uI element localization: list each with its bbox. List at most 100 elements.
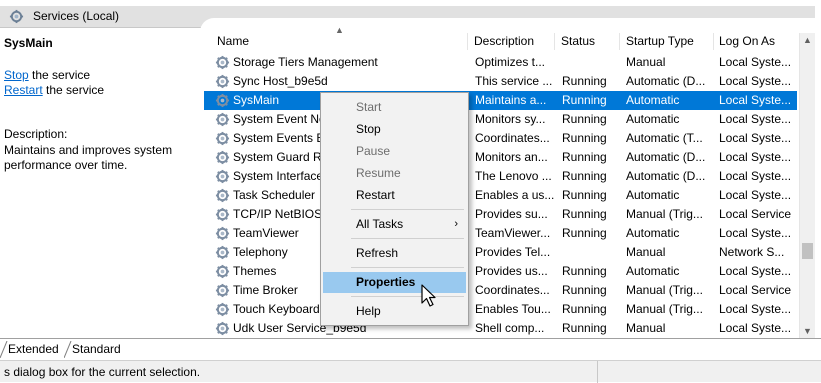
cell-logon: Local Syste... [719,321,792,335]
cell-status: Running [562,169,607,183]
table-row[interactable]: System Event No Monitors sy... Running Auto… [204,110,797,129]
gear-icon [215,150,230,165]
tab-edge [64,341,72,358]
cell-startup: Automatic [626,188,680,202]
menu-item-refresh[interactable]: Refresh [323,243,466,264]
table-row[interactable]: TCP/IP NetBIOS H Provides su... Running Man… [204,205,797,224]
cell-description: Enables Tou... [475,302,551,316]
cell-name: Storage Tiers Management [233,55,378,69]
cell-logon: Local Syste... [719,131,792,145]
column-header-log-on-as[interactable]: Log On As [714,33,798,50]
table-row[interactable]: Task Scheduler Enables a us... Running Auto… [204,186,797,205]
table-row[interactable]: System Interface The Lenovo ... Running Aut… [204,167,797,186]
cell-logon: Local Syste... [719,188,792,202]
table-row[interactable]: Time Broker Coordinates... Running Manual (… [204,281,797,300]
column-header-name[interactable]: Name [212,33,468,50]
column-header-status[interactable]: Status [556,33,620,50]
service-name-heading: SysMain [4,36,53,50]
cell-logon: Network S... [719,245,785,259]
cell-logon: Local Service [719,207,792,221]
menu-item-resume[interactable]: Resume [323,163,466,184]
column-header-description[interactable]: Description [469,33,555,50]
cell-startup: Automatic [626,112,680,126]
cell-description: This service ... [475,74,553,88]
cell-description: Provides Tel... [475,245,551,259]
cell-logon: Local Syste... [719,226,792,240]
cell-status: Running [562,283,607,297]
cell-startup: Automatic (T... [626,131,703,145]
menu-item-start[interactable]: Start [323,97,466,118]
table-row[interactable]: SysMain Maintains a... Running Automatic Loc… [204,91,797,110]
cell-status: Running [562,150,607,164]
cell-status: Running [562,112,607,126]
menu-item-pause[interactable]: Pause [323,141,466,162]
menu-item-stop[interactable]: Stop [323,119,466,140]
cell-logon: Local Syste... [719,112,792,126]
cell-description: Coordinates... [475,131,550,145]
tab-edge [0,341,8,358]
menu-item-properties[interactable]: Properties [323,272,466,293]
cell-startup: Automatic [626,93,680,107]
description-line-2: performance over time. [4,158,128,172]
table-row[interactable]: TeamViewer TeamViewer... Running Automatic L… [204,224,797,243]
gear-icon [215,169,230,184]
cell-startup: Manual [626,321,666,335]
submenu-arrow-icon: › [454,218,458,230]
table-row[interactable]: Themes Provides us... Running Automatic Loca… [204,262,797,281]
table-row[interactable]: Telephony Provides Tel... Manual Network S.… [204,243,797,262]
cell-status: Running [562,74,607,88]
cell-logon: Local Syste... [719,150,792,164]
mouse-pointer-icon [421,284,436,307]
menu-separator [351,209,464,210]
restart-action: Restart the service [4,83,104,97]
restart-link[interactable]: Restart [4,83,43,97]
table-row[interactable]: Touch Keyboard Enables Tou... Running Manua… [204,300,797,319]
cell-description: The Lenovo ... [475,169,552,183]
menu-item-restart[interactable]: Restart [323,185,466,206]
cell-status: Running [562,302,607,316]
table-row[interactable]: Sync Host_b9e5d This service ... Running Au… [204,72,797,91]
tab-extended[interactable]: Extended [0,341,65,358]
gear-icon [215,188,230,203]
context-menu: Start Stop Pause Resume Restart All Task… [320,92,469,326]
menu-item-help[interactable]: Help [323,301,466,322]
stop-link[interactable]: Stop [4,68,29,82]
cell-status: Running [562,188,607,202]
gear-icon [215,207,230,222]
services-list: ▲ Name Description Status Startup Type L… [204,25,815,338]
cell-startup: Automatic [626,226,680,240]
title-bar: Services (Local) [0,0,821,33]
vertical-scrollbar[interactable]: ▲ ▼ [799,33,815,338]
cell-startup: Manual (Trig... [626,302,703,316]
menu-separator [351,267,464,268]
description-label: Description: [4,127,68,141]
view-tabs: Extended Standard [0,338,821,358]
cell-status: Running [562,207,607,221]
gear-icon [215,112,230,127]
scroll-down-icon[interactable]: ▼ [803,326,812,336]
cell-startup: Automatic (D... [626,150,706,164]
cell-startup: Automatic (D... [626,169,706,183]
table-row[interactable]: Storage Tiers Management Optimizes t... Ma… [204,53,797,72]
tab-standard[interactable]: Standard [64,341,127,358]
window-title: Services (Local) [33,9,120,23]
menu-item-all-tasks[interactable]: All Tasks › [323,214,466,235]
cell-startup: Manual (Trig... [626,207,703,221]
cell-description: Maintains a... [475,93,547,107]
restart-suffix: the service [42,83,105,97]
scroll-thumb[interactable] [802,243,813,259]
scroll-up-icon[interactable]: ▲ [803,35,812,45]
stop-action: Stop the service [4,68,90,82]
service-description-pane: SysMain Stop the service Restart the ser… [0,33,204,338]
gear-icon [215,321,230,336]
status-divider [597,361,598,383]
cell-logon: Local Syste... [719,264,792,278]
table-row[interactable]: Udk User Service_b9e5d Shell comp... Runni… [204,319,797,338]
gear-icon [215,226,230,241]
cell-description: Optimizes t... [475,55,546,69]
column-header-startup-type[interactable]: Startup Type [621,33,714,50]
table-row[interactable]: System Events Br Coordinates... Running Aut… [204,129,797,148]
cell-status [562,243,620,262]
table-row[interactable]: System Guard Ru Monitors an... Running Auto… [204,148,797,167]
tab-standard-label: Standard [72,342,121,356]
